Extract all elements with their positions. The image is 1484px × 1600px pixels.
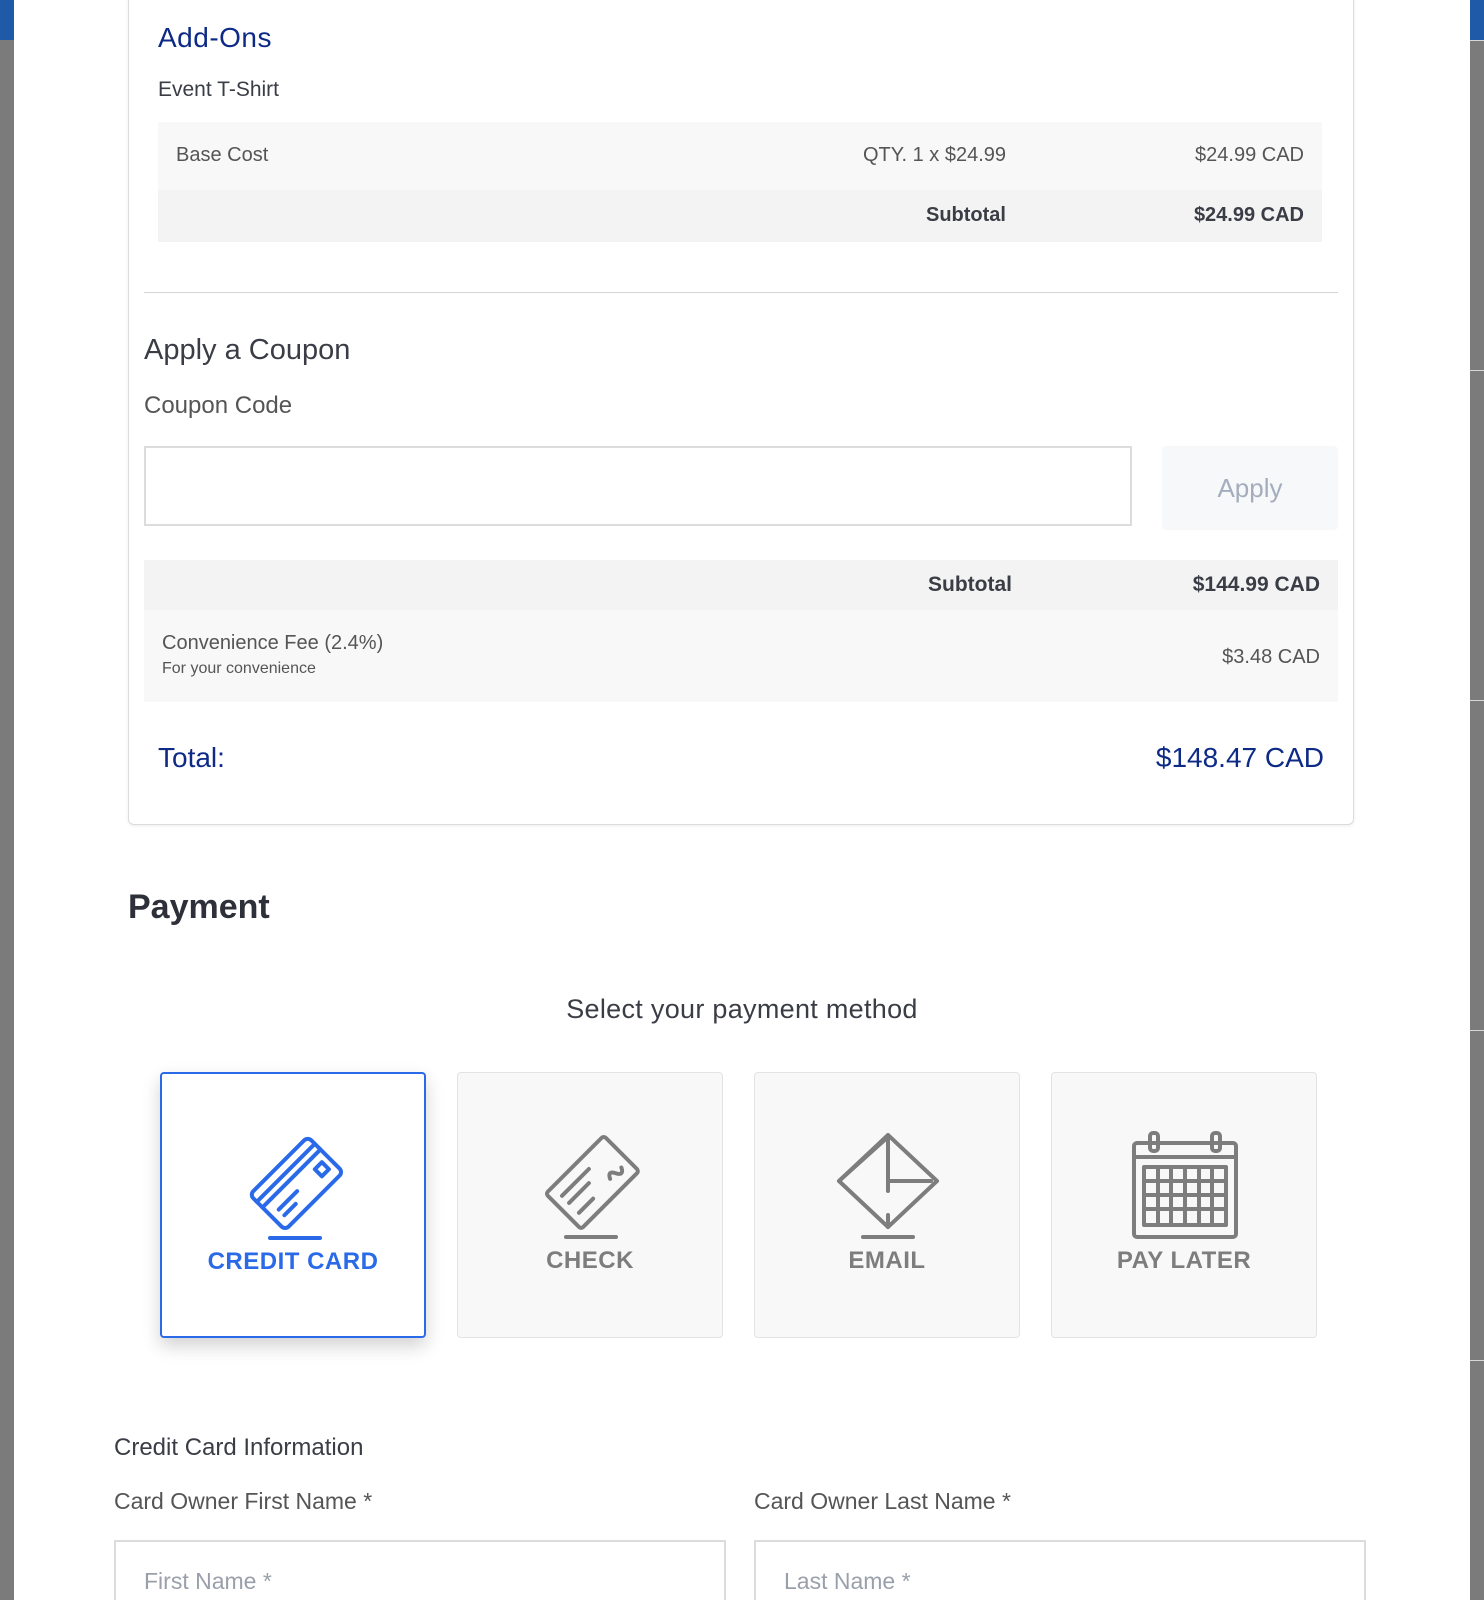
- calendar-icon: [1132, 1131, 1238, 1239]
- totals-table: Subtotal $144.99 CAD Convenience Fee (2.…: [144, 560, 1338, 702]
- subtotal-label: Subtotal: [928, 573, 1012, 596]
- credit-card-icon: [249, 1136, 344, 1240]
- section-divider: [144, 292, 1338, 293]
- envelope-icon: [837, 1133, 939, 1239]
- coupon-code-label: Coupon Code: [144, 392, 293, 419]
- table-row: Convenience Fee (2.4%) For your convenie…: [144, 610, 1338, 702]
- convenience-fee-amount: $3.48 CAD: [1222, 646, 1320, 668]
- payment-method-credit-card[interactable]: CREDIT CARD: [160, 1072, 426, 1338]
- addon-cost-table: Base Cost QTY. 1 x $24.99 $24.99 CAD Sub…: [158, 122, 1322, 242]
- apply-coupon-button[interactable]: Apply: [1162, 446, 1338, 530]
- last-name-label: Card Owner Last Name *: [754, 1488, 1011, 1514]
- payment-method-label: PAY LATER: [1116, 1247, 1252, 1274]
- payment-method-check[interactable]: CHECK: [457, 1072, 723, 1338]
- addon-subtotal-label: Subtotal: [926, 204, 1006, 226]
- first-name-label: Card Owner First Name *: [114, 1488, 373, 1514]
- coupon-title: Apply a Coupon: [144, 334, 351, 366]
- addon-item-name: Event T-Shirt: [158, 78, 279, 101]
- payment-method-email[interactable]: EMAIL: [754, 1072, 1020, 1338]
- base-cost-qty: QTY. 1 x $24.99: [862, 144, 1006, 166]
- subtotal-amount: $144.99 CAD: [1192, 573, 1320, 596]
- credit-card-info-heading: Credit Card Information: [114, 1434, 364, 1461]
- payment-method-label: CHECK: [546, 1247, 634, 1274]
- table-row: Subtotal $144.99 CAD: [144, 560, 1338, 610]
- payment-method-label: CREDIT CARD: [207, 1248, 379, 1275]
- convenience-fee-label: Convenience Fee (2.4%): [162, 632, 384, 654]
- payment-heading: Payment: [128, 888, 270, 926]
- last-name-input[interactable]: [754, 1540, 1366, 1600]
- total-amount: $148.47 CAD: [1155, 742, 1324, 773]
- backdrop-header-left: [0, 0, 14, 40]
- base-cost-label: Base Cost: [176, 144, 269, 166]
- payment-method-pay-later[interactable]: PAY LATER: [1051, 1072, 1317, 1338]
- backdrop-right-edge: [1470, 40, 1484, 1600]
- backdrop-header-right: [1470, 0, 1484, 40]
- table-row: Base Cost QTY. 1 x $24.99 $24.99 CAD: [158, 122, 1322, 190]
- check-icon: [544, 1134, 640, 1239]
- payment-method-prompt: Select your payment method: [566, 994, 918, 1024]
- table-row: Subtotal $24.99 CAD: [158, 190, 1322, 242]
- addons-title: Add-Ons: [158, 22, 272, 53]
- convenience-fee-note: For your convenience: [162, 660, 316, 677]
- payment-method-label: EMAIL: [848, 1247, 926, 1274]
- total-label: Total:: [158, 742, 225, 773]
- checkout-modal: Add-Ons Event T-Shirt Base Cost QTY. 1 x…: [14, 0, 1470, 1600]
- addon-subtotal-amount: $24.99 CAD: [1193, 204, 1304, 226]
- base-cost-amount: $24.99 CAD: [1195, 144, 1304, 166]
- first-name-input[interactable]: [114, 1540, 726, 1600]
- coupon-code-input[interactable]: [144, 446, 1132, 526]
